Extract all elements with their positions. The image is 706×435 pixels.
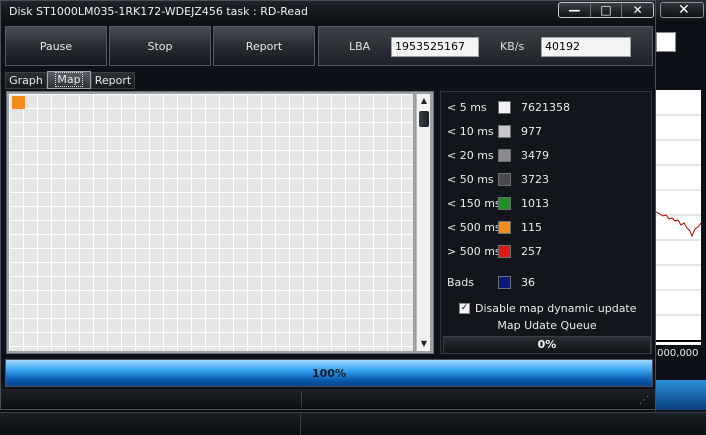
legend-value: 257	[521, 245, 542, 258]
scroll-thumb[interactable]	[419, 111, 429, 127]
map-block-current	[12, 96, 25, 109]
background-graph-line	[655, 211, 702, 238]
background-progress-bar	[656, 380, 706, 410]
map-queue-progress: 0%	[443, 336, 651, 354]
legend-row: < 500 ms 115	[441, 219, 653, 237]
stop-button[interactable]: Stop	[109, 26, 211, 66]
footer-divider	[300, 413, 301, 435]
legend-swatch	[498, 245, 511, 258]
lba-field[interactable]: 1953525167	[391, 37, 479, 57]
legend-row: < 50 ms 3723	[441, 171, 653, 189]
progress-percent: 100%	[312, 367, 346, 380]
disable-map-update-checkbox[interactable]: ✓	[459, 303, 470, 314]
legend-swatch	[498, 125, 511, 138]
tab-report[interactable]: Report	[91, 72, 135, 89]
kbs-label: KB/s	[500, 40, 525, 53]
resize-grip-icon[interactable]: ⋰	[639, 395, 651, 407]
window-title: Disk ST1000LM035-1RK172-WDEJZ456 task : …	[9, 5, 308, 18]
background-input-box[interactable]	[656, 32, 676, 52]
legend-swatch	[498, 197, 511, 210]
legend-value: 115	[521, 221, 542, 234]
legend-swatch	[498, 101, 511, 114]
background-window[interactable]: ✕ ,000,000	[654, 0, 706, 435]
pause-button[interactable]: Pause	[5, 26, 107, 66]
legend-value: 977	[521, 125, 542, 138]
background-graph-svg	[655, 114, 702, 342]
legend-label: < 5 ms	[447, 101, 487, 114]
legend-label: < 10 ms	[447, 125, 494, 138]
legend-value: 3479	[521, 149, 549, 162]
titlebar[interactable]: Disk ST1000LM035-1RK172-WDEJZ456 task : …	[1, 1, 655, 23]
scroll-up-icon[interactable]: ▲	[417, 94, 431, 108]
legend-row: < 10 ms 977	[441, 123, 653, 141]
background-graph-plot	[655, 90, 702, 345]
scroll-down-icon[interactable]: ▼	[417, 337, 431, 351]
background-close-button[interactable]: ✕	[660, 2, 704, 18]
legend-swatch	[498, 276, 511, 289]
stats-panel: LBA 1953525167 KB/s 40192	[318, 26, 653, 66]
tab-map-label: Map	[55, 72, 83, 87]
statusbar-divider	[301, 391, 302, 407]
main-window: Disk ST1000LM035-1RK172-WDEJZ456 task : …	[0, 0, 656, 410]
legend-row: < 20 ms 3479	[441, 147, 653, 165]
checkbox-label: Disable map dynamic update	[475, 302, 637, 315]
close-button[interactable]: ✕	[621, 3, 653, 17]
toolbar: Pause Stop Report LBA 1953525167 KB/s 40…	[3, 26, 653, 68]
footer-bar	[0, 412, 706, 435]
tab-graph[interactable]: Graph	[5, 72, 47, 89]
block-map-panel: ▲ ▼	[6, 91, 434, 354]
close-icon: ✕	[678, 2, 690, 18]
legend-label: < 50 ms	[447, 173, 494, 186]
legend-row: < 150 ms 1013	[441, 195, 653, 213]
legend-value: 1013	[521, 197, 549, 210]
map-queue-label: Map Udate Queue	[497, 319, 597, 332]
lba-label: LBA	[349, 40, 371, 53]
legend-value: 3723	[521, 173, 549, 186]
window-controls: — □ ✕	[558, 2, 654, 18]
disable-map-update-option[interactable]: ✓ Disable map dynamic update	[459, 302, 649, 316]
background-graph-gridlines	[656, 114, 701, 316]
legend-label: < 500 ms	[447, 221, 501, 234]
background-axis-tick-label: ,000,000	[654, 348, 699, 359]
legend-label: < 20 ms	[447, 149, 494, 162]
legend-label: < 150 ms	[447, 197, 501, 210]
legend-value: 36	[521, 276, 535, 289]
legend-swatch	[498, 221, 511, 234]
kbs-field[interactable]: 40192	[541, 37, 631, 57]
legend-swatch	[498, 149, 511, 162]
tab-map[interactable]: Map	[47, 71, 91, 89]
overall-progress-bar: 100%	[5, 359, 653, 387]
report-button[interactable]: Report	[213, 26, 315, 66]
legend-swatch	[498, 173, 511, 186]
legend-row: > 500 ms 257	[441, 243, 653, 261]
minimize-button[interactable]: —	[559, 3, 590, 17]
legend-row-bads: Bads 36	[441, 274, 653, 292]
legend-panel: < 5 ms 7621358 < 10 ms 977 < 20 ms 3479 < 50 m…	[440, 91, 652, 354]
map-scrollbar[interactable]: ▲ ▼	[416, 94, 430, 351]
background-window-titlebar[interactable]: ✕	[656, 0, 706, 20]
block-map-grid	[9, 94, 413, 351]
legend-label: Bads	[447, 276, 475, 289]
maximize-button[interactable]: □	[589, 3, 622, 17]
legend-value: 7621358	[521, 101, 570, 114]
screen: ✕ ,000,000 Disk ST1000LM035-1RK172-WDEJZ…	[0, 0, 706, 435]
legend-label: > 500 ms	[447, 245, 501, 258]
statusbar: ⋰	[1, 389, 655, 409]
legend-row: < 5 ms 7621358	[441, 99, 653, 117]
